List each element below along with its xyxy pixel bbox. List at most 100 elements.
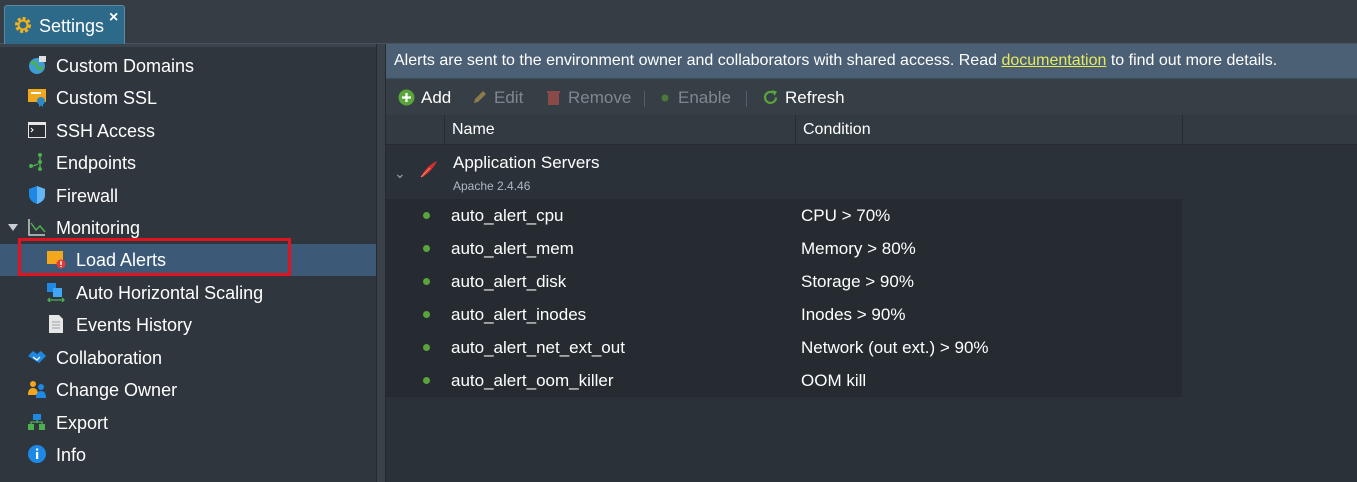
sidebar-item-label: Events History bbox=[76, 315, 193, 335]
alert-name: auto_alert_cpu bbox=[451, 206, 564, 225]
panel-splitter[interactable] bbox=[376, 44, 386, 482]
sidebar-item-custom-ssl[interactable]: Custom SSL bbox=[0, 82, 376, 114]
export-icon bbox=[28, 414, 45, 430]
info-text: Alerts are sent to the environment owner… bbox=[394, 52, 1277, 70]
column-header-condition[interactable]: Condition bbox=[795, 115, 1182, 145]
table-row[interactable]: auto_alert_inodes Inodes > 90% bbox=[386, 298, 1182, 331]
alert-name: auto_alert_net_ext_out bbox=[451, 338, 625, 357]
sidebar-item-label: Firewall bbox=[56, 186, 119, 206]
alert-condition: CPU > 70% bbox=[801, 206, 891, 225]
tab-bar: Settings × bbox=[0, 0, 1357, 44]
info-text-before: Alerts are sent to the environment owner… bbox=[394, 52, 1002, 69]
close-icon[interactable]: × bbox=[109, 9, 118, 27]
apache-feather-icon bbox=[420, 161, 437, 178]
certificate-icon bbox=[28, 89, 46, 107]
edit-button[interactable]: Edit bbox=[471, 88, 523, 108]
selection-highlight bbox=[18, 238, 291, 276]
alert-name: auto_alert_oom_killer bbox=[451, 371, 614, 390]
chevron-down-icon[interactable]: ⌄ bbox=[394, 165, 406, 182]
users-icon bbox=[28, 381, 46, 398]
table-row[interactable]: auto_alert_net_ext_out Network (out ext.)… bbox=[386, 331, 1182, 364]
group-subtitle: Apache 2.4.46 bbox=[453, 179, 531, 193]
sidebar-item-label: Export bbox=[56, 413, 109, 433]
edit-label: Edit bbox=[494, 88, 524, 107]
status-dot-icon bbox=[423, 245, 430, 252]
sidebar-item-label: Endpoints bbox=[56, 153, 137, 173]
sidebar-item-firewall[interactable]: Firewall bbox=[0, 180, 376, 212]
sidebar-item-change-owner[interactable]: Change Owner bbox=[0, 374, 376, 406]
refresh-button[interactable]: Refresh bbox=[762, 88, 845, 108]
alert-condition: Storage > 90% bbox=[801, 272, 914, 291]
grid-header: Name Condition bbox=[386, 115, 1357, 145]
sidebar-item-custom-domains[interactable]: Custom Domains bbox=[0, 50, 376, 82]
table-row[interactable]: auto_alert_cpu CPU > 70% bbox=[386, 199, 1182, 232]
sidebar-item-export[interactable]: Export bbox=[0, 407, 376, 439]
handshake-icon bbox=[28, 351, 46, 363]
sidebar-item-label: Info bbox=[56, 445, 87, 465]
enable-button[interactable]: Enable bbox=[660, 88, 731, 108]
shield-icon bbox=[29, 186, 45, 204]
sidebar-item-collaboration[interactable]: Collaboration bbox=[0, 342, 376, 374]
group-row-application-servers[interactable]: ⌄ Application Servers Apache 2.4.46 bbox=[386, 145, 1182, 199]
enable-label: Enable bbox=[678, 88, 731, 107]
sidebar-item-events-history[interactable]: Events History bbox=[0, 309, 376, 341]
document-icon bbox=[49, 315, 63, 333]
toolbar-separator bbox=[746, 91, 747, 107]
tab-settings[interactable]: Settings × bbox=[4, 5, 125, 44]
status-dot-icon bbox=[423, 377, 430, 384]
toolbar-separator bbox=[644, 91, 645, 107]
terminal-icon bbox=[28, 122, 46, 138]
alert-condition: Network (out ext.) > 90% bbox=[801, 338, 989, 357]
expand-arrow-icon[interactable] bbox=[8, 224, 18, 231]
tab-label: Settings bbox=[39, 16, 105, 36]
sidebar-item-label: Custom SSL bbox=[56, 88, 158, 108]
endpoints-icon bbox=[29, 153, 42, 171]
refresh-label: Refresh bbox=[785, 88, 845, 107]
refresh-icon bbox=[763, 90, 778, 104]
sidebar-item-label: Collaboration bbox=[56, 348, 163, 368]
status-dot-icon bbox=[661, 94, 669, 102]
toolbar: Add Edit Remove Enable Refresh bbox=[386, 79, 1357, 115]
scaling-icon bbox=[47, 283, 65, 302]
add-button[interactable]: Add bbox=[398, 88, 451, 108]
column-header-label: Name bbox=[452, 121, 495, 138]
column-header-empty bbox=[1182, 115, 1357, 145]
status-dot-icon bbox=[423, 278, 430, 285]
sidebar-item-endpoints[interactable]: Endpoints bbox=[0, 147, 376, 179]
column-header-label: Condition bbox=[803, 121, 871, 138]
status-dot-icon bbox=[423, 212, 430, 219]
table-row[interactable]: auto_alert_disk Storage > 90% bbox=[386, 265, 1182, 298]
status-dot-icon bbox=[423, 311, 430, 318]
trash-icon bbox=[547, 91, 560, 105]
main-panel: Alerts are sent to the environment owner… bbox=[386, 44, 1357, 482]
sidebar-item-label: Custom Domains bbox=[56, 56, 195, 76]
sidebar-item-info[interactable]: Info bbox=[0, 439, 376, 471]
alert-condition: OOM kill bbox=[801, 371, 867, 390]
pencil-icon bbox=[474, 91, 486, 103]
info-icon bbox=[28, 445, 46, 463]
globe-icon bbox=[29, 56, 46, 74]
gear-icon bbox=[15, 17, 31, 33]
table-row[interactable]: auto_alert_mem Memory > 80% bbox=[386, 232, 1182, 265]
remove-label: Remove bbox=[568, 88, 632, 107]
alerts-table: auto_alert_cpu CPU > 70% auto_alert_mem Me… bbox=[386, 199, 1182, 397]
info-bar: Alerts are sent to the environment owner… bbox=[386, 44, 1357, 79]
column-header-name[interactable]: Name bbox=[444, 115, 795, 145]
alert-name: auto_alert_mem bbox=[451, 239, 574, 258]
alert-condition: Inodes > 90% bbox=[801, 305, 906, 324]
group-title: Application Servers bbox=[453, 153, 600, 172]
add-icon bbox=[398, 89, 415, 106]
alert-name: auto_alert_inodes bbox=[451, 305, 587, 324]
documentation-link[interactable]: documentation bbox=[1001, 52, 1106, 69]
info-text-after: to find out more details. bbox=[1106, 52, 1278, 69]
sidebar-item-auto-horizontal-scaling[interactable]: Auto Horizontal Scaling bbox=[0, 277, 376, 309]
sidebar-item-label: Monitoring bbox=[56, 218, 141, 238]
sidebar-item-label: SSH Access bbox=[56, 121, 156, 141]
status-dot-icon bbox=[423, 344, 430, 351]
alert-name: auto_alert_disk bbox=[451, 272, 567, 291]
remove-button[interactable]: Remove bbox=[545, 88, 631, 108]
sidebar-item-label: Change Owner bbox=[56, 380, 178, 400]
sidebar-item-ssh-access[interactable]: SSH Access bbox=[0, 115, 376, 147]
table-row[interactable]: auto_alert_oom_killer OOM kill bbox=[386, 364, 1182, 397]
alert-condition: Memory > 80% bbox=[801, 239, 916, 258]
